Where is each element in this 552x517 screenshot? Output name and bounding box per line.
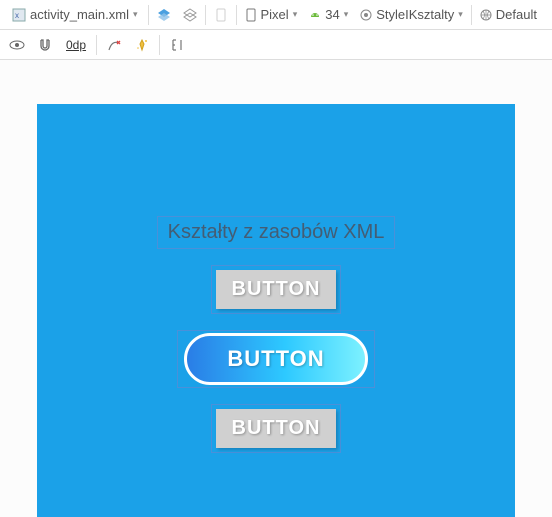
theme-icon [360,9,372,21]
default-margin[interactable]: 0dp [62,38,90,52]
clear-constraints-icon[interactable] [103,34,125,56]
visibility-icon[interactable] [6,34,28,56]
button2-selection[interactable]: BUTTON [177,330,374,388]
layers-icon[interactable] [153,4,175,26]
chevron-down-icon: ▾ [133,9,138,20]
api-selector[interactable]: 34 ▾ [305,5,352,24]
separator [148,5,149,25]
device-preview[interactable]: Kształty z zasobów XML BUTTON BUTTON BUT… [37,104,515,517]
blueprint-icon[interactable] [179,4,201,26]
globe-icon [480,9,492,21]
separator [471,5,472,25]
device-selector[interactable]: Pixel ▾ [241,5,302,24]
separator [96,35,97,55]
orientation-icon[interactable] [210,4,232,26]
editor-toolbar-row2: 0dp [0,30,552,60]
locale-label: Default [496,7,537,22]
separator [159,35,160,55]
api-label: 34 [325,7,339,22]
phone-icon [245,8,257,22]
button1-selection[interactable]: BUTTON [211,265,342,314]
separator [236,5,237,25]
button-pill[interactable]: BUTTON [184,333,367,385]
theme-selector[interactable]: StyleIKsztalty ▾ [356,5,467,24]
title-textview: Kształty z zasobów XML [158,217,395,248]
button-gray-2[interactable]: BUTTON [216,409,337,448]
file-tab-label: activity_main.xml [30,7,129,22]
button3-selection[interactable]: BUTTON [211,404,342,453]
theme-label: StyleIKsztalty [376,7,454,22]
design-canvas[interactable]: Kształty z zasobów XML BUTTON BUTTON BUT… [0,60,552,517]
chevron-down-icon: ▾ [458,9,463,20]
android-icon [309,9,321,21]
button-gray-1[interactable]: BUTTON [216,270,337,309]
device-label: Pixel [261,7,289,22]
textview-selection[interactable]: Kształty z zasobów XML [157,216,396,249]
file-tab[interactable]: x activity_main.xml ▾ [6,5,144,24]
locale-selector[interactable]: Default [476,5,541,24]
infer-constraints-icon[interactable] [131,34,153,56]
separator [205,5,206,25]
layout-root: Kształty z zasobów XML BUTTON BUTTON BUT… [37,216,515,453]
editor-toolbar-row1: x activity_main.xml ▾ Pixel ▾ 34 ▾ Style… [0,0,552,30]
guidelines-icon[interactable] [166,34,188,56]
chevron-down-icon: ▾ [344,9,349,20]
magnet-icon[interactable] [34,34,56,56]
chevron-down-icon: ▾ [293,9,298,20]
xml-file-icon: x [12,8,26,22]
svg-text:x: x [15,11,19,20]
